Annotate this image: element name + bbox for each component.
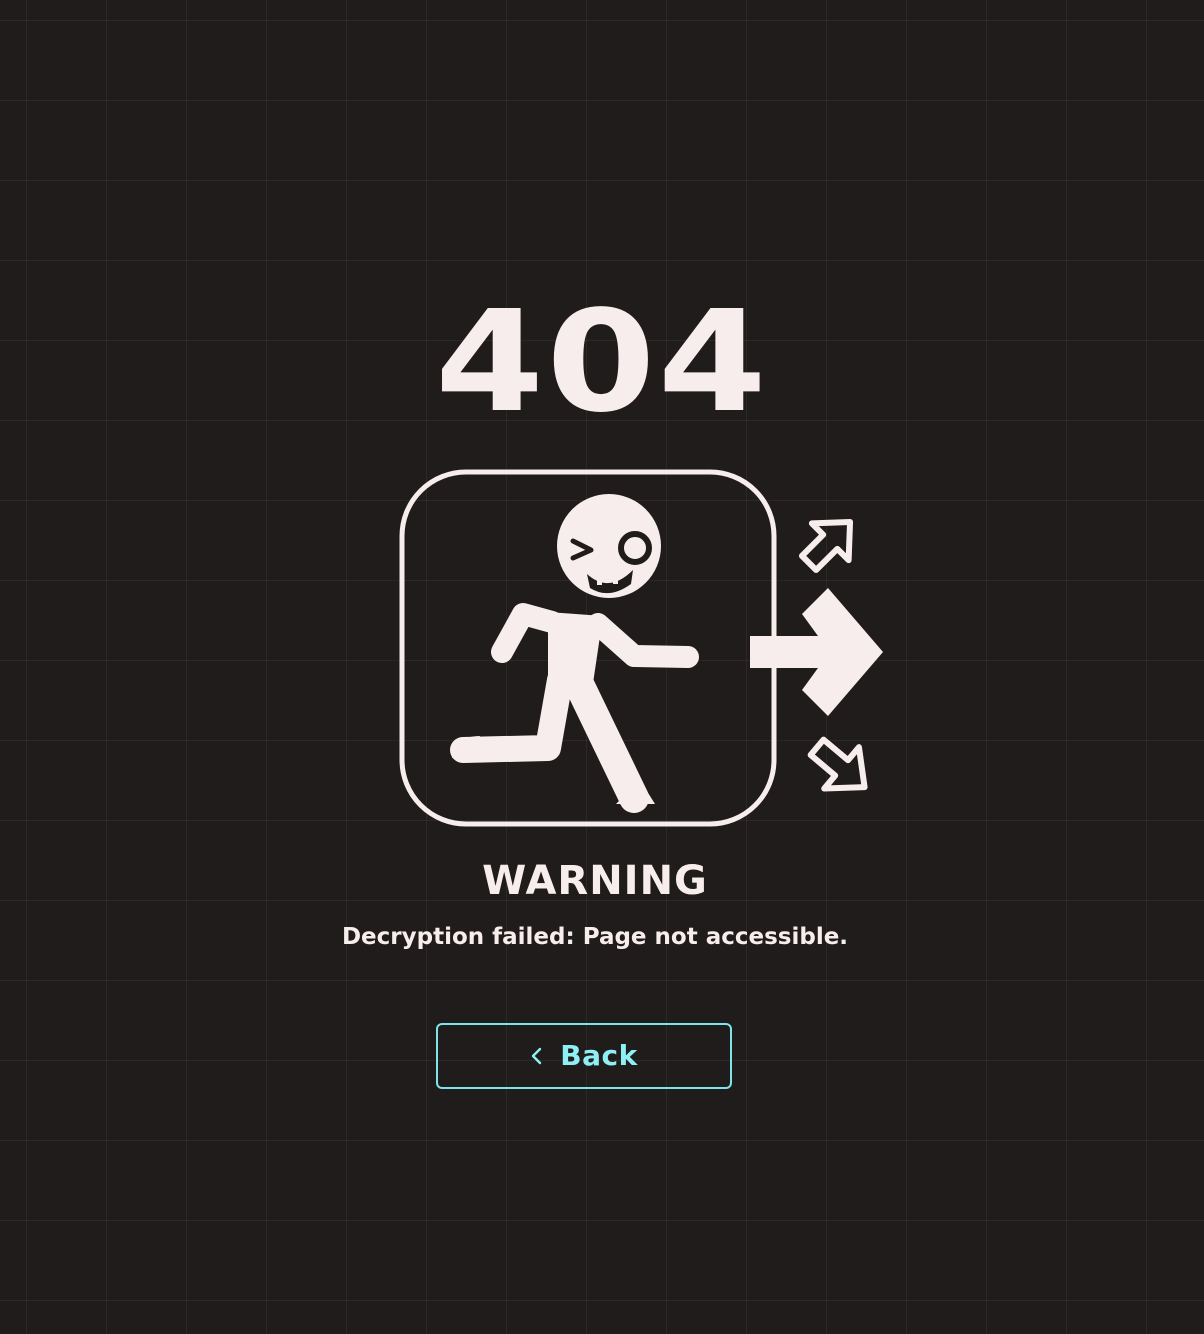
exit-arrow-icon [750, 588, 883, 716]
exit-sign-illustration [396, 464, 888, 830]
chevron-left-icon [530, 1046, 544, 1066]
back-button[interactable]: Back [436, 1023, 732, 1089]
warning-title: WARNING [482, 858, 708, 904]
arrow-up-right-icon [798, 518, 854, 574]
back-button-label: Back [560, 1039, 638, 1072]
error-code: 404 [434, 281, 770, 444]
arrow-down-right-icon [807, 736, 868, 792]
running-man-icon [450, 494, 699, 813]
warning-message: Decryption failed: Page not accessible. [341, 924, 849, 950]
